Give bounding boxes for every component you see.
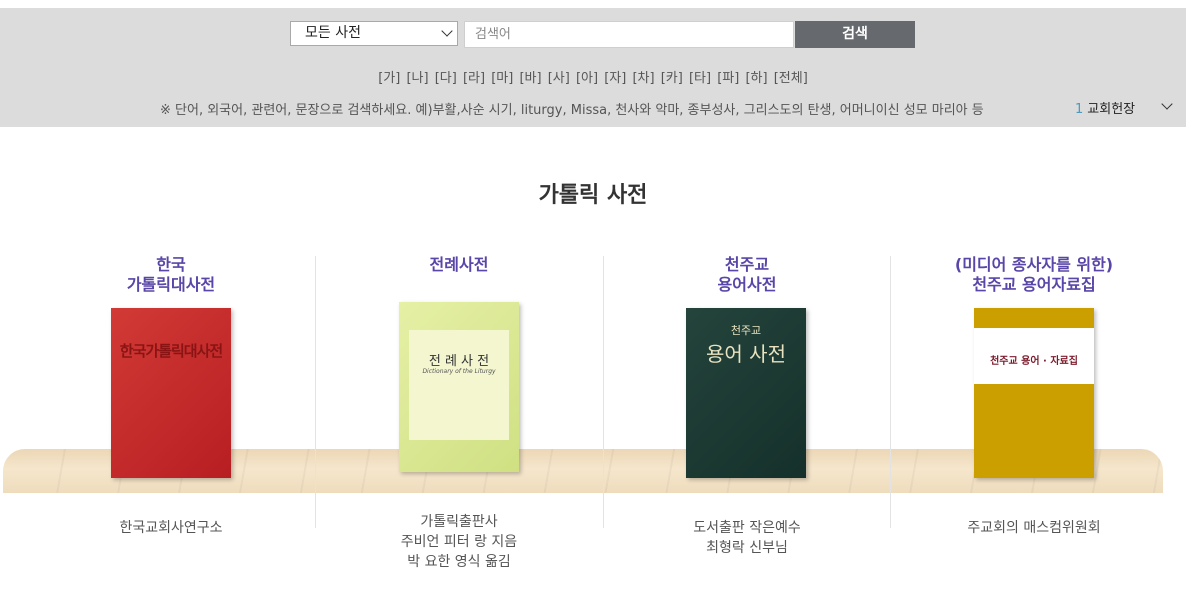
index-cha[interactable]: [차] [632,71,654,86]
scope-select-value: 모든 사전 [305,25,361,41]
index-ga[interactable]: [가] [378,71,400,86]
book-title-1[interactable]: 한국 가톨릭대사전 [26,255,316,295]
index-ka[interactable]: [카] [661,71,683,86]
index-ha[interactable]: [하] [745,71,767,86]
cover-title: 천주교 용어 · 자료집 [990,356,1078,367]
cover-title: 용어 사전 [706,342,786,366]
index-ba[interactable]: [바] [519,71,541,86]
index-ja[interactable]: [자] [604,71,626,86]
column-divider [603,256,604,528]
index-sa[interactable]: [사] [548,71,570,86]
column-divider [890,256,891,528]
book-cover-4[interactable]: 천주교 용어 · 자료집 [974,308,1094,478]
desc-line: 주교회의 매스컴위원회 [967,520,1101,536]
book-title-line: 가톨릭대사전 [126,275,216,294]
book-title-line: 한국 [156,255,186,274]
book-title-line: 천주교 [724,255,770,274]
book-title-4[interactable]: (미디어 종사자를 위한) 천주교 용어자료집 [889,255,1179,295]
book-cover-2[interactable]: 전 례 사 전 Dictionary of the Liturgy [399,302,519,472]
keyword-ticker[interactable]: 1 교회헌장 [1075,98,1135,117]
book-title-line: (미디어 종사자를 위한) [954,255,1114,274]
chevron-down-icon [441,25,453,37]
book-publisher-3: 도서출판 작은예수 최형락 신부님 [602,518,892,558]
desc-line: 주비언 피터 랑 지음 [400,534,518,550]
cover-panel [409,330,509,440]
book-cover-3[interactable]: 천주교 용어 사전 [686,308,806,478]
cover-title: 한국가톨릭대사전 [119,342,223,360]
book-title-3[interactable]: 천주교 용어사전 [602,255,892,295]
book-publisher-2: 가톨릭출판사 주비언 피터 랑 지음 박 요한 영식 옮김 [314,512,604,572]
book-title-line: 용어사전 [717,275,777,294]
index-a[interactable]: [아] [576,71,598,86]
ticker-label: 교회헌장 [1087,102,1136,117]
search-button[interactable]: 검색 [795,21,915,48]
search-input[interactable] [464,21,794,48]
cover-top: 천주교 [730,324,762,337]
search-hint: ※ 단어, 외국어, 관련어, 문장으로 검색하세요. 예)부활,사순 시기, … [160,103,984,118]
book-title-2[interactable]: 전례사전 [314,255,604,275]
cover-subtitle: Dictionary of the Liturgy [422,368,496,375]
book-cover-1[interactable]: 한국가톨릭대사전 [111,308,231,478]
dictionary-scope-select[interactable]: 모든 사전 [290,21,458,46]
cover-title: 전 례 사 전 [428,354,490,369]
desc-line: 박 요한 영식 옮김 [407,554,511,570]
index-ra[interactable]: [라] [463,71,485,86]
book-publisher-4: 주교회의 매스컴위원회 [889,518,1179,538]
index-na[interactable]: [나] [406,71,428,86]
page-title: 가톨릭 사전 [538,183,648,208]
index-pa[interactable]: [파] [717,71,739,86]
book-publisher-1: 한국교회사연구소 [26,518,316,538]
book-title-line: 천주교 용어자료집 [972,275,1096,294]
book-title-line: 전례사전 [429,255,489,274]
desc-line: 한국교회사연구소 [119,520,223,536]
desc-line: 도서출판 작은예수 [693,520,801,536]
column-divider [315,256,316,528]
ticker-rank: 1 [1075,102,1084,117]
index-da[interactable]: [다] [435,71,457,86]
index-letter-nav: [가] [나] [다] [라] [마] [바] [사] [아] [자] [차] … [0,67,1186,86]
desc-line: 최형락 신부님 [706,540,788,556]
index-all[interactable]: [전체] [774,71,808,86]
index-ta[interactable]: [타] [689,71,711,86]
desc-line: 가톨릭출판사 [420,514,498,530]
index-ma[interactable]: [마] [491,71,513,86]
